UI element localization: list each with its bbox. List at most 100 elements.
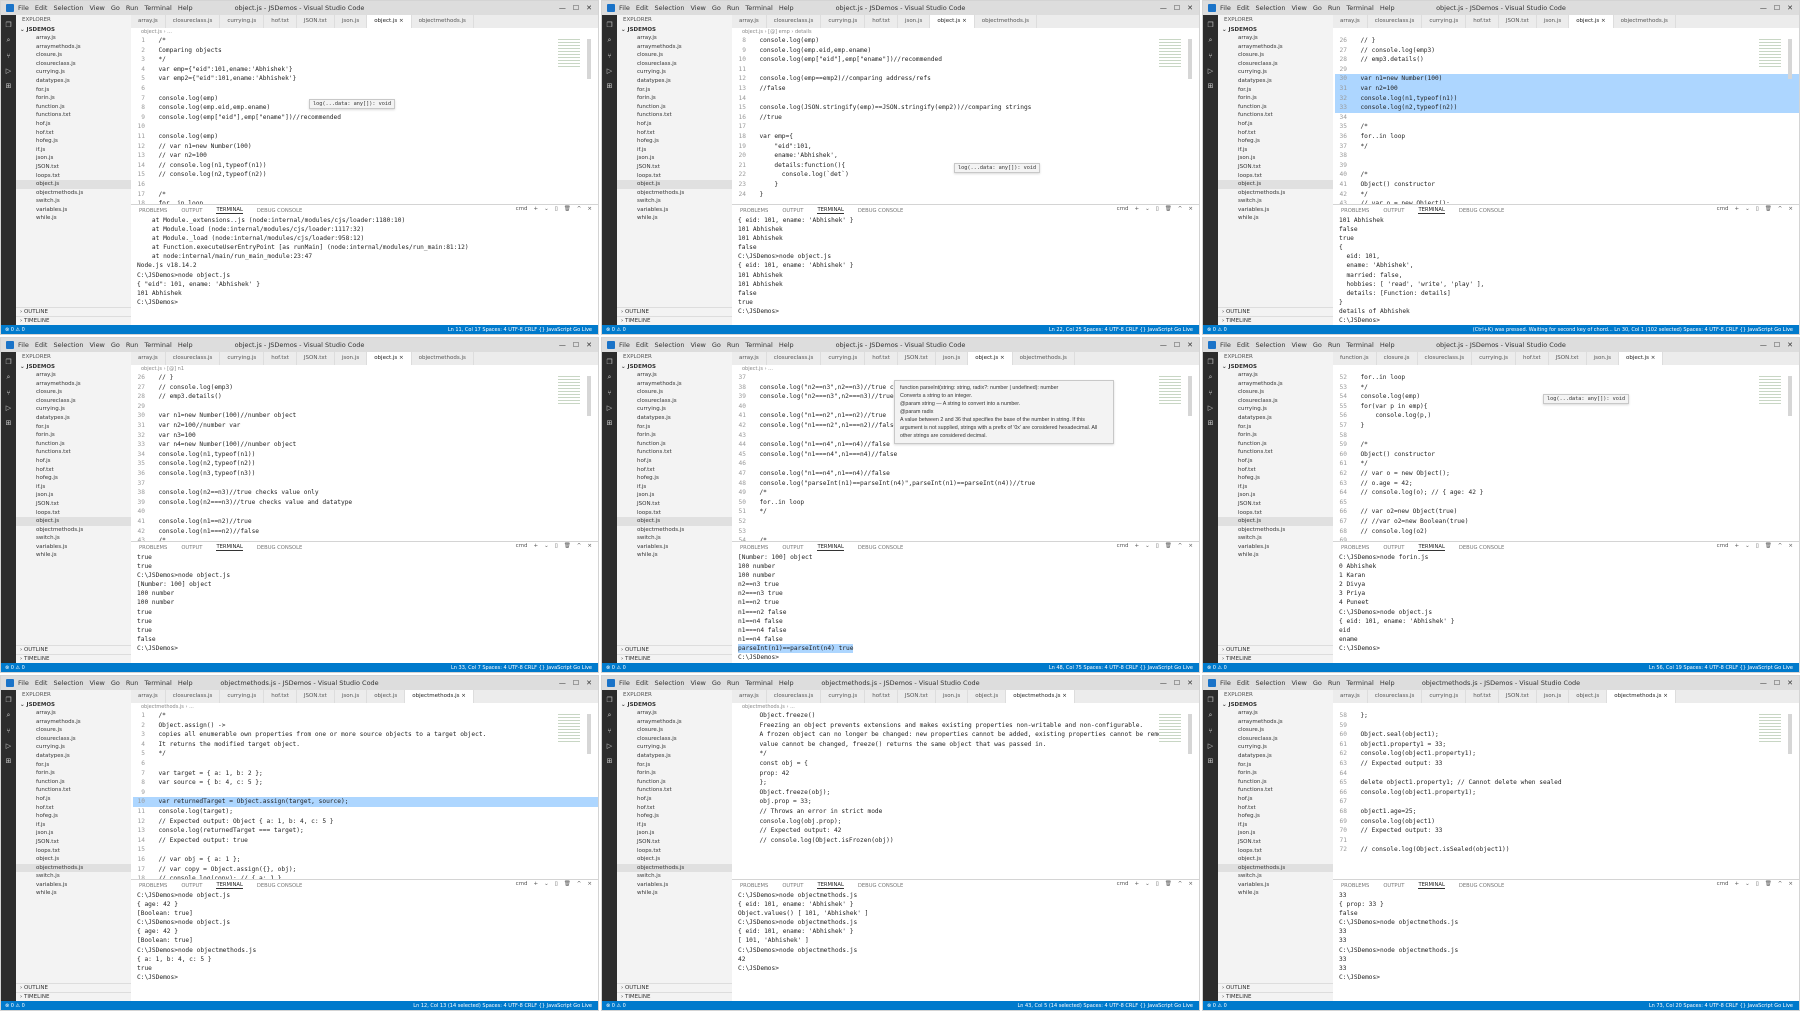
file-item[interactable]: if.js	[617, 821, 732, 830]
menu-item-help[interactable]: Help	[1380, 679, 1395, 687]
panel-tab-terminal[interactable]: TERMINAL	[817, 882, 844, 889]
file-item[interactable]: arraymethods.js	[1218, 718, 1333, 727]
editor-tab[interactable]: json.js	[1537, 15, 1570, 28]
search-icon[interactable]: ⌕	[1209, 36, 1213, 45]
file-item[interactable]: objectmethods.js	[617, 863, 732, 873]
menu-item-run[interactable]: Run	[1328, 679, 1340, 687]
extensions-icon[interactable]: ⊞	[607, 757, 613, 765]
file-item[interactable]: loops.txt	[617, 847, 732, 856]
file-item[interactable]: object.js	[617, 517, 732, 526]
outline-section[interactable]: › OUTLINE	[1218, 307, 1333, 316]
panel-tab-problems[interactable]: PROBLEMS	[1341, 883, 1369, 889]
source-control-icon[interactable]: ⑂	[6, 727, 10, 735]
file-item[interactable]: for.js	[617, 761, 732, 770]
panel-control[interactable]: ⌄	[544, 206, 549, 212]
menu-item-selection[interactable]: Selection	[53, 341, 83, 349]
panel-control[interactable]: cmd	[1717, 881, 1729, 887]
editor-tab[interactable]: objectmethods.js ×	[405, 690, 474, 703]
panel-control[interactable]: cmd	[516, 206, 528, 212]
tab-close-icon[interactable]: ×	[1060, 693, 1067, 699]
folder-jsdemos[interactable]: ⌄ JSDEMOS	[617, 701, 732, 709]
editor-tab[interactable]: function.js	[1333, 352, 1377, 365]
panel-control[interactable]: ▯	[1756, 206, 1759, 212]
panel-tab-output[interactable]: OUTPUT	[782, 883, 803, 889]
panel-control[interactable]: 🗑	[1165, 206, 1172, 212]
file-item[interactable]: while.js	[1218, 889, 1333, 898]
panel-tab-problems[interactable]: PROBLEMS	[740, 208, 768, 214]
code-editor[interactable]: 26 // } 27 // console.log(emp3) 28 // emp3…	[131, 373, 598, 541]
menu-item-terminal[interactable]: Terminal	[144, 4, 171, 12]
editor-tab[interactable]: JSON.txt	[898, 690, 936, 703]
panel-tab-terminal[interactable]: TERMINAL	[216, 207, 243, 214]
extensions-icon[interactable]: ⊞	[1208, 757, 1214, 765]
search-icon[interactable]: ⌕	[1209, 711, 1213, 720]
file-item[interactable]: loops.txt	[16, 172, 131, 181]
file-item[interactable]: hofeg.js	[16, 474, 131, 483]
file-item[interactable]: json.js	[617, 829, 732, 838]
file-item[interactable]: hof.js	[1218, 457, 1333, 466]
file-item[interactable]: variables.js	[617, 206, 732, 215]
file-item[interactable]: datatypes.js	[1218, 77, 1333, 86]
file-item[interactable]: hof.txt	[617, 466, 732, 475]
minimap[interactable]	[1159, 39, 1181, 67]
files-icon[interactable]: ❐	[5, 358, 11, 366]
code-editor[interactable]: 1 /* 2 Comparing objects 3 */4 var emp={"e…	[131, 36, 598, 204]
file-item[interactable]: loops.txt	[1218, 172, 1333, 181]
editor-tab[interactable]: objectmethods.js	[412, 15, 474, 28]
file-item[interactable]: json.js	[16, 829, 131, 838]
editor-tab[interactable]: currying.js	[821, 352, 866, 365]
file-item[interactable]: closure.js	[16, 388, 131, 397]
file-item[interactable]: currying.js	[617, 405, 732, 414]
panel-tab-debug-console[interactable]: DEBUG CONSOLE	[257, 883, 302, 889]
file-item[interactable]: while.js	[16, 214, 131, 223]
file-item[interactable]: hofeg.js	[1218, 812, 1333, 821]
menu-item-edit[interactable]: Edit	[1237, 4, 1250, 12]
close-icon[interactable]: ✕	[1187, 679, 1193, 687]
file-item[interactable]: currying.js	[16, 68, 131, 77]
maximize-icon[interactable]: ☐	[1774, 4, 1780, 12]
file-item[interactable]: hof.js	[1218, 795, 1333, 804]
file-item[interactable]: hof.txt	[16, 129, 131, 138]
menu-item-file[interactable]: File	[18, 679, 29, 687]
menu-item-run[interactable]: Run	[126, 679, 138, 687]
file-item[interactable]: switch.js	[617, 197, 732, 206]
file-item[interactable]: closureclass.js	[16, 735, 131, 744]
editor-tab[interactable]: currying.js	[1422, 690, 1467, 703]
menu-item-view[interactable]: View	[89, 679, 104, 687]
panel-tab-output[interactable]: OUTPUT	[1383, 208, 1404, 214]
menu-item-run[interactable]: Run	[727, 341, 739, 349]
file-item[interactable]: if.js	[16, 821, 131, 830]
panel-control[interactable]: cmd	[1117, 543, 1129, 549]
menu-item-edit[interactable]: Edit	[636, 679, 649, 687]
panel-control[interactable]: cmd	[1717, 543, 1729, 549]
file-item[interactable]: object.js	[617, 855, 732, 864]
panel-control[interactable]: ^	[1178, 881, 1183, 887]
panel-tab-debug-console[interactable]: DEBUG CONSOLE	[858, 883, 903, 889]
menu-item-run[interactable]: Run	[1328, 4, 1340, 12]
panel-tab-output[interactable]: OUTPUT	[1383, 545, 1404, 551]
editor-scrollbar[interactable]	[587, 39, 591, 79]
files-icon[interactable]: ❐	[606, 21, 612, 29]
panel-control[interactable]: +	[1135, 543, 1140, 549]
file-item[interactable]: functions.txt	[617, 786, 732, 795]
editor-tab[interactable]: object.js	[1569, 690, 1608, 703]
file-item[interactable]: closure.js	[1218, 51, 1333, 60]
panel-control[interactable]: 🗑	[1165, 881, 1172, 887]
file-item[interactable]: hof.js	[617, 120, 732, 129]
panel-control[interactable]: 🗑	[1165, 543, 1172, 549]
panel-tab-problems[interactable]: PROBLEMS	[1341, 208, 1369, 214]
status-remote-icon[interactable]: ⊗ 0 ⚠ 0	[5, 327, 25, 333]
search-icon[interactable]: ⌕	[608, 711, 612, 720]
panel-tab-problems[interactable]: PROBLEMS	[740, 883, 768, 889]
close-icon[interactable]: ✕	[1187, 341, 1193, 349]
source-control-icon[interactable]: ⑂	[6, 52, 10, 60]
timeline-section[interactable]: › TIMELINE	[617, 992, 732, 1001]
file-item[interactable]: objectmethods.js	[16, 189, 131, 198]
file-item[interactable]: JSON.txt	[16, 500, 131, 509]
close-icon[interactable]: ✕	[1787, 4, 1793, 12]
file-item[interactable]: closureclass.js	[1218, 735, 1333, 744]
editor-scrollbar[interactable]	[1788, 714, 1792, 754]
file-item[interactable]: datatypes.js	[16, 414, 131, 423]
timeline-section[interactable]: › TIMELINE	[16, 654, 131, 663]
file-item[interactable]: objectmethods.js	[1218, 526, 1333, 535]
